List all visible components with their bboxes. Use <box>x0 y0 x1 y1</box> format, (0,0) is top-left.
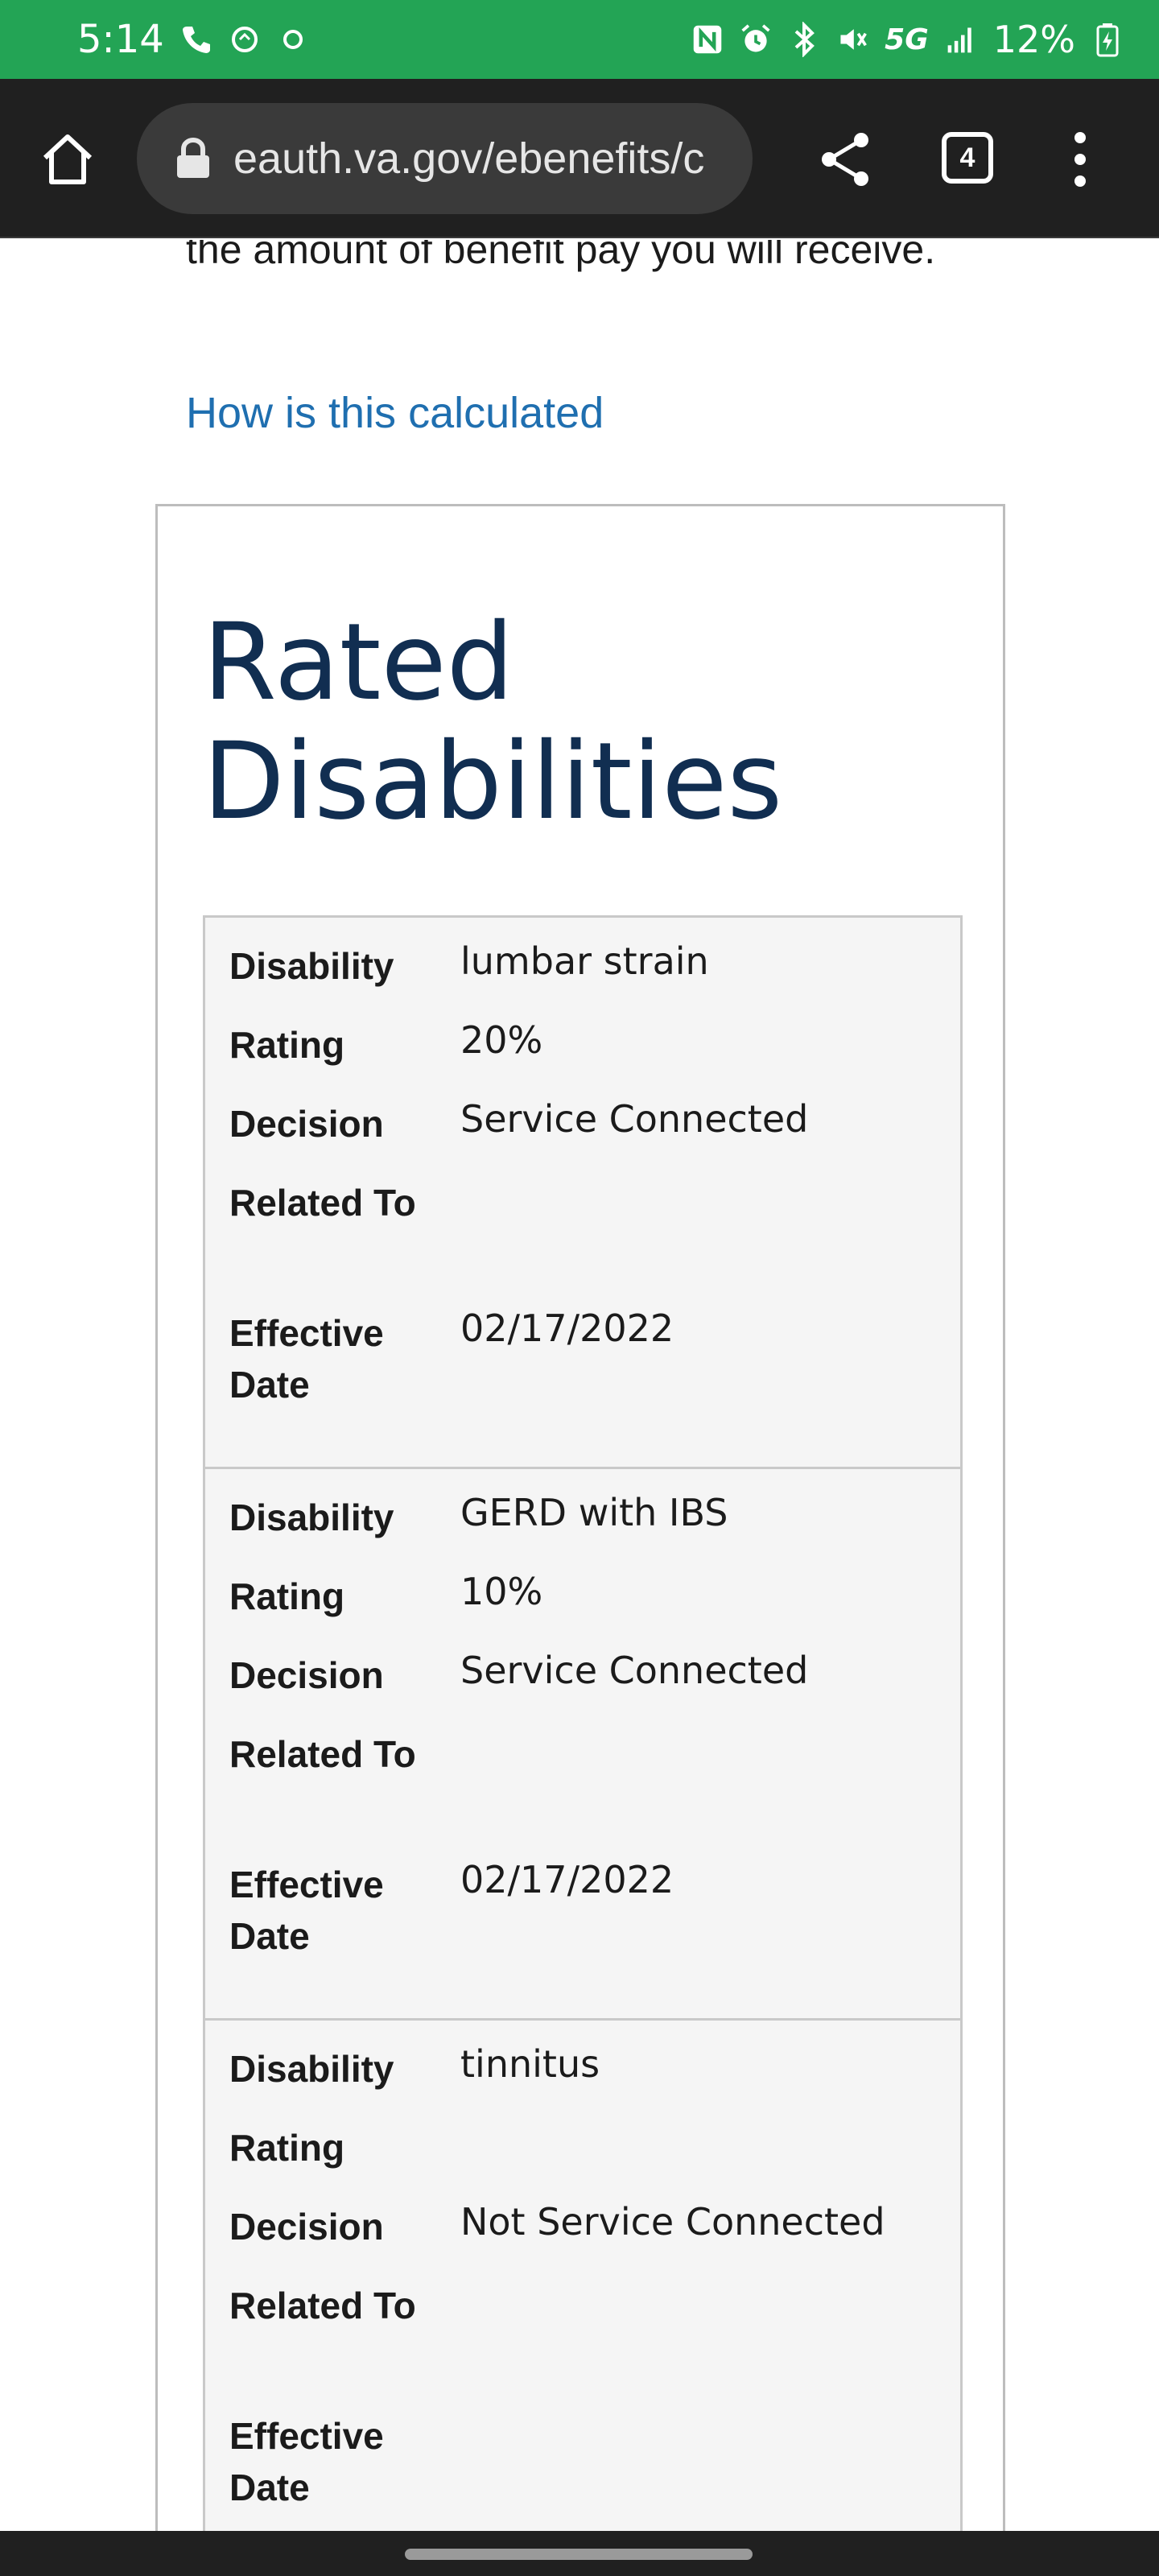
disability-entry: Disability tinnitus Rating Decision Not … <box>205 2018 960 2531</box>
rating-value: 10% <box>460 1570 543 1613</box>
network-type: 5G <box>885 23 929 56</box>
status-time: 5:14 <box>77 17 164 62</box>
table-row: Disability lumbar strain <box>205 939 960 1019</box>
page-content: the amount of benefit pay you will recei… <box>0 240 1159 2531</box>
table-row: Decision Not Service Connected <box>205 2200 960 2280</box>
share-button[interactable] <box>815 129 876 190</box>
decision-value: Service Connected <box>460 1097 809 1141</box>
menu-dot <box>1074 154 1086 165</box>
nfc-icon <box>691 23 724 56</box>
decision-label: Decision <box>229 2206 384 2248</box>
table-row: Related To <box>205 1177 960 1307</box>
disability-label: Disability <box>229 2048 394 2090</box>
table-row: Related To <box>205 1728 960 1859</box>
table-row: Related To <box>205 2280 960 2410</box>
section-title: Rated Disabilities <box>203 601 783 844</box>
rating-value: 20% <box>460 1018 543 1062</box>
disability-label: Disability <box>229 1496 394 1538</box>
table-row: Effective Date 02/17/2022 <box>205 1307 960 1438</box>
disability-value: tinnitus <box>460 2042 600 2086</box>
related-to-label: Related To <box>229 1182 416 1224</box>
rating-label: Rating <box>229 1575 345 1617</box>
lock-icon <box>177 138 209 178</box>
rating-label: Rating <box>229 2127 345 2169</box>
disabilities-table: Disability lumbar strain Rating 20% Deci… <box>203 915 963 2531</box>
browser-toolbar: eauth.va.gov/ebenefits/c 4 <box>0 79 1159 238</box>
battery-icon <box>1091 23 1124 57</box>
share-icon <box>822 133 868 186</box>
home-button[interactable] <box>39 130 97 188</box>
home-icon <box>43 134 93 184</box>
disability-value: lumbar strain <box>460 939 709 983</box>
table-row: Effective Date 02/17/2022 <box>205 1858 960 1989</box>
effective-date-value: 02/17/2022 <box>460 1858 674 1901</box>
mute-icon <box>836 23 868 56</box>
table-row: Rating <box>205 2122 960 2201</box>
decision-value: Service Connected <box>460 1649 809 1692</box>
effective-date-label: Effective Date <box>229 2415 384 2508</box>
disability-entry: Disability lumbar strain Rating 20% Deci… <box>205 918 960 1467</box>
rating-label: Rating <box>229 1024 345 1066</box>
intro-text: the amount of benefit pay you will recei… <box>186 240 936 272</box>
status-right: 5G 12% <box>691 18 1124 61</box>
circle-icon <box>277 23 309 56</box>
status-left: 5:14 <box>77 17 309 62</box>
address-bar[interactable]: eauth.va.gov/ebenefits/c <box>137 103 753 214</box>
related-to-label: Related To <box>229 2285 416 2326</box>
decision-label: Decision <box>229 1654 384 1696</box>
table-row: Rating 20% <box>205 1018 960 1098</box>
rated-disabilities-card: Rated Disabilities Disability lumbar str… <box>155 504 1005 2531</box>
effective-date-label: Effective Date <box>229 1864 384 1957</box>
disability-value: GERD with IBS <box>460 1491 728 1534</box>
table-row: Disability tinnitus <box>205 2042 960 2122</box>
disability-entry: Disability GERD with IBS Rating 10% Deci… <box>205 1467 960 2018</box>
disability-label: Disability <box>229 945 394 987</box>
gesture-handle[interactable] <box>405 2549 753 2560</box>
bluetooth-icon <box>788 22 820 57</box>
menu-dot <box>1074 175 1086 187</box>
decision-label: Decision <box>229 1103 384 1145</box>
decision-value: Not Service Connected <box>460 2200 885 2244</box>
signal-icon <box>945 23 977 56</box>
alarm-icon <box>740 23 772 56</box>
effective-date-value: 02/17/2022 <box>460 1307 674 1350</box>
effective-date-label: Effective Date <box>229 1312 384 1406</box>
tab-switcher-button[interactable]: 4 <box>942 132 993 184</box>
related-to-label: Related To <box>229 1733 416 1775</box>
table-row: Rating 10% <box>205 1570 960 1649</box>
status-bar: 5:14 5G 12% <box>0 0 1159 79</box>
menu-dot <box>1074 132 1086 143</box>
more-menu-button[interactable] <box>1066 127 1095 192</box>
tab-count: 4 <box>942 132 993 184</box>
table-row: Effective Date <box>205 2410 960 2531</box>
gesture-nav-bar <box>0 2531 1159 2576</box>
sync-icon <box>229 23 261 56</box>
table-row: Disability GERD with IBS <box>205 1491 960 1571</box>
call-icon <box>180 23 212 56</box>
battery-percent: 12% <box>992 18 1075 61</box>
table-row: Decision Service Connected <box>205 1649 960 1728</box>
url-text: eauth.va.gov/ebenefits/c <box>233 134 705 183</box>
how-calculated-link[interactable]: How is this calculated <box>186 388 604 438</box>
table-row: Decision Service Connected <box>205 1097 960 1177</box>
